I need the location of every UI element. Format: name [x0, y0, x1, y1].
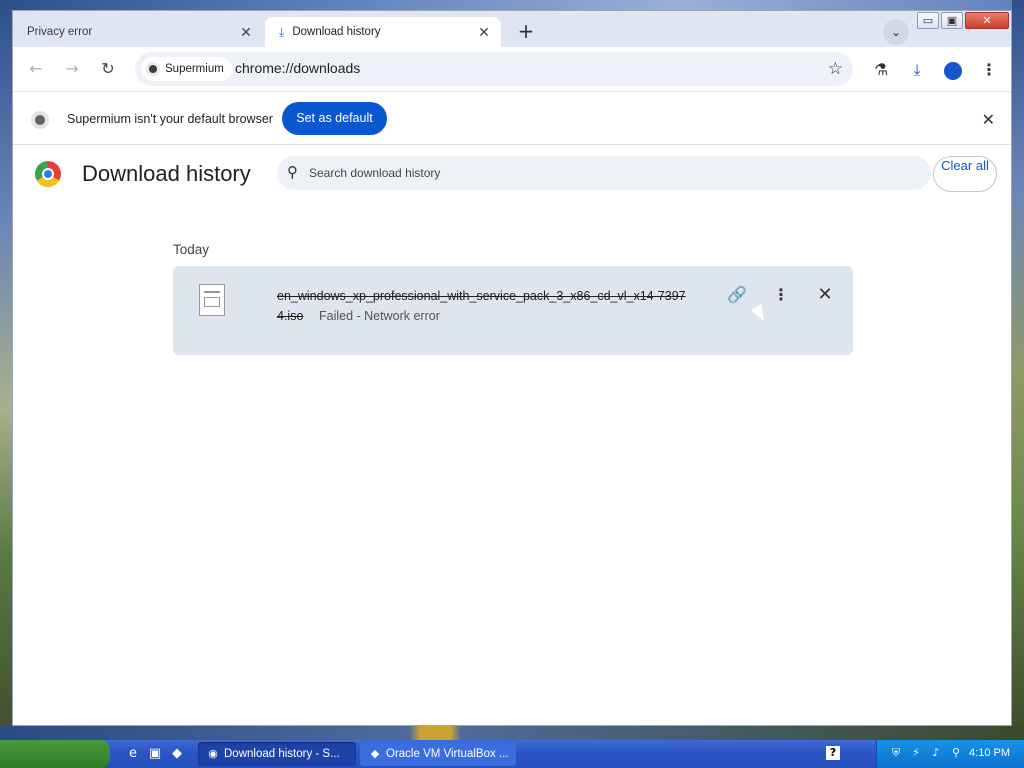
tab-privacy-error[interactable]: Privacy error ✕: [17, 17, 263, 47]
infobar-message: Supermium isn't your default browser: [67, 112, 273, 126]
taskbar-item-download-history[interactable]: ◉ Download history - S...: [198, 742, 356, 766]
start-button[interactable]: [0, 740, 110, 768]
desktop-wallpaper-bottom: [0, 726, 1024, 740]
virtualbox-icon: ◆: [370, 748, 380, 760]
system-tray: ⛨ ⚡ ♪ ⚲ 4:10 PM: [876, 740, 1024, 768]
tab-label: Privacy error: [27, 26, 93, 38]
url-text[interactable]: chrome://downloads: [235, 60, 360, 76]
desktop-wallpaper-top: [0, 0, 1024, 10]
taskbar: e ▣ ◆ ◉ Download history - S... ◆ Oracle…: [0, 740, 1024, 768]
default-browser-infobar: Supermium isn't your default browser Set…: [13, 91, 1011, 145]
set-as-default-button[interactable]: Set as default: [282, 102, 387, 135]
network-icon[interactable]: ⚡: [909, 746, 923, 760]
taskbar-item-label: Oracle VM VirtualBox ...: [386, 748, 509, 760]
profile-avatar-icon[interactable]: [941, 59, 965, 83]
browser-window: Privacy error ✕ ⤓ Download history ✕ + ⌄…: [12, 10, 1012, 726]
downloads-logo-icon: [35, 161, 61, 187]
tab-search-button[interactable]: ⌄: [883, 19, 909, 45]
infobar-close-icon[interactable]: ✕: [982, 110, 995, 129]
desktop-wallpaper-left: [0, 0, 12, 740]
page-title: Download history: [82, 161, 251, 186]
downloads-page: Download history ⚲ Search download histo…: [13, 145, 1011, 725]
downloads-button-icon[interactable]: ⤓: [905, 59, 929, 83]
tab-download-history[interactable]: ⤓ Download history ✕: [265, 17, 501, 47]
date-group-label: Today: [173, 242, 210, 257]
search-tray-icon[interactable]: ⚲: [949, 746, 963, 760]
clear-all-label: Clear all: [941, 158, 989, 173]
close-window-button[interactable]: ✕: [965, 12, 1009, 29]
supermium-icon: [31, 111, 49, 129]
ie-quicklaunch-icon[interactable]: e: [124, 745, 142, 763]
taskbar-item-label: Download history - S...: [224, 748, 340, 760]
reload-button[interactable]: ↻: [95, 57, 121, 83]
virtualbox-quicklaunch-icon[interactable]: ◆: [168, 745, 186, 763]
tab-close-icon[interactable]: ✕: [237, 23, 255, 41]
help-icon[interactable]: ?: [826, 746, 840, 760]
site-chip-label: Supermium: [165, 63, 224, 75]
volume-icon[interactable]: ♪: [929, 746, 943, 760]
new-tab-button[interactable]: +: [513, 19, 539, 45]
desktop-wallpaper-right: [1012, 0, 1024, 740]
remove-download-icon[interactable]: ✕: [812, 282, 838, 308]
tab-label: Download history: [292, 26, 381, 38]
labs-flask-icon[interactable]: ⚗: [869, 59, 893, 83]
search-downloads-input[interactable]: ⚲ Search download history: [277, 156, 931, 190]
forward-button[interactable]: →: [59, 57, 85, 83]
address-bar[interactable]: Supermium chrome://downloads ☆: [135, 52, 853, 86]
download-status: Failed - Network error: [319, 309, 440, 323]
maximize-button[interactable]: ▣: [941, 12, 963, 29]
site-info-chip[interactable]: Supermium: [141, 57, 232, 81]
bookmark-star-icon[interactable]: ☆: [828, 59, 843, 79]
back-button[interactable]: ←: [23, 57, 49, 83]
download-icon: ⤓: [279, 24, 285, 39]
browser-toolbar: ← → ↻ Supermium chrome://downloads ☆ ⚗ ⤓…: [13, 47, 1011, 91]
copy-link-icon[interactable]: 🔗: [724, 282, 750, 308]
clear-all-button[interactable]: Clear all: [933, 156, 997, 192]
browser-menu-icon[interactable]: ⋮: [977, 59, 1001, 83]
search-placeholder: Search download history: [309, 166, 441, 180]
supermium-icon: ◉: [208, 748, 218, 760]
security-shield-icon[interactable]: ⛨: [889, 746, 903, 760]
search-icon: ⚲: [287, 163, 298, 181]
minimize-button[interactable]: ▭: [917, 12, 939, 29]
taskbar-item-virtualbox[interactable]: ◆ Oracle VM VirtualBox ...: [360, 742, 516, 766]
file-icon: [199, 284, 225, 316]
clock: 4:10 PM: [969, 747, 1010, 759]
tab-close-icon[interactable]: ✕: [475, 23, 493, 41]
explorer-quicklaunch-icon[interactable]: ▣: [146, 745, 164, 763]
supermium-icon: [146, 62, 160, 76]
more-actions-icon[interactable]: ⋮: [768, 282, 794, 308]
tab-strip: Privacy error ✕ ⤓ Download history ✕ + ⌄…: [13, 11, 1011, 47]
